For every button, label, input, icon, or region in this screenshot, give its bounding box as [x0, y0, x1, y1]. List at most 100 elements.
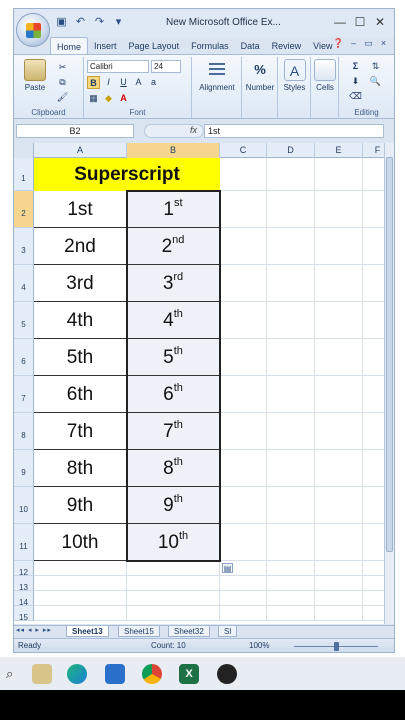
- column-header-d[interactable]: D: [267, 143, 315, 158]
- cell-a2[interactable]: 1st: [34, 191, 127, 228]
- cell[interactable]: [267, 591, 315, 606]
- cell[interactable]: [363, 376, 386, 413]
- styles-button[interactable]: A Styles: [279, 59, 310, 92]
- cell[interactable]: [267, 191, 315, 228]
- chrome-icon[interactable]: [142, 664, 162, 684]
- close-icon[interactable]: ✕: [370, 13, 390, 31]
- cell[interactable]: [315, 413, 363, 450]
- row-header-9[interactable]: 9: [14, 450, 34, 487]
- clear-icon[interactable]: ⌫: [349, 90, 362, 103]
- row-header-12[interactable]: 12: [14, 561, 34, 577]
- cell[interactable]: [220, 228, 267, 265]
- row-header-5[interactable]: 5: [14, 302, 34, 339]
- cell[interactable]: [220, 191, 267, 228]
- row-header-15[interactable]: 15: [14, 606, 34, 622]
- search-icon[interactable]: ⌕: [6, 664, 26, 684]
- header-cell-superscript[interactable]: Superscript: [34, 158, 220, 191]
- cell[interactable]: [315, 376, 363, 413]
- row-header-7[interactable]: 7: [14, 376, 34, 413]
- cell-a4[interactable]: 3rd: [34, 265, 127, 302]
- paste-options-icon[interactable]: ▤: [222, 563, 233, 573]
- cell[interactable]: [315, 524, 363, 561]
- cell-b10[interactable]: 9th: [127, 487, 220, 524]
- fill-color-icon[interactable]: ◆: [102, 92, 115, 105]
- tab-insert[interactable]: Insert: [88, 37, 123, 55]
- cell[interactable]: [363, 158, 386, 191]
- cell[interactable]: [34, 606, 127, 621]
- find-select-icon[interactable]: 🔍: [369, 75, 382, 88]
- cell[interactable]: [267, 576, 315, 591]
- tab-review[interactable]: Review: [266, 37, 308, 55]
- cell[interactable]: [267, 413, 315, 450]
- cell[interactable]: [220, 376, 267, 413]
- name-box[interactable]: B2: [16, 124, 134, 138]
- borders-icon[interactable]: ▦: [87, 92, 100, 105]
- cell[interactable]: [220, 524, 267, 561]
- cell[interactable]: [220, 265, 267, 302]
- cell[interactable]: [220, 158, 267, 191]
- ribbon-restore-icon[interactable]: ▭: [362, 38, 375, 49]
- cell[interactable]: [363, 450, 386, 487]
- row-header-3[interactable]: 3: [14, 228, 34, 265]
- alignment-button[interactable]: Alignment: [198, 59, 236, 92]
- minimize-icon[interactable]: —: [330, 13, 350, 31]
- cell[interactable]: [267, 158, 315, 191]
- cut-icon[interactable]: ✂: [56, 61, 69, 74]
- cell[interactable]: [315, 158, 363, 191]
- cell[interactable]: [220, 413, 267, 450]
- mail-icon[interactable]: [105, 664, 125, 684]
- cell[interactable]: [363, 606, 386, 621]
- edge-icon[interactable]: [67, 664, 87, 684]
- shrink-font-icon[interactable]: a: [147, 76, 160, 89]
- cell[interactable]: [267, 450, 315, 487]
- scrollbar-thumb[interactable]: [386, 157, 393, 552]
- cell[interactable]: [315, 191, 363, 228]
- grow-font-icon[interactable]: A: [132, 76, 145, 89]
- cell[interactable]: [34, 576, 127, 591]
- font-color-icon[interactable]: A: [117, 92, 130, 105]
- worksheet-grid[interactable]: ABCDEF 1 2 3 4 5 6 7 8 9 10 11 12 13 14 15 Superscript 1…: [14, 143, 386, 624]
- maximize-icon[interactable]: ☐: [350, 13, 370, 31]
- cell-a7[interactable]: 6th: [34, 376, 127, 413]
- row-header-10[interactable]: 10: [14, 487, 34, 524]
- undo-icon[interactable]: ↶: [73, 15, 88, 30]
- cell[interactable]: [363, 591, 386, 606]
- column-header-b[interactable]: B: [127, 143, 220, 158]
- cell[interactable]: [363, 561, 386, 576]
- cell[interactable]: [127, 606, 220, 621]
- tab-formulas[interactable]: Formulas: [185, 37, 235, 55]
- cell[interactable]: [315, 487, 363, 524]
- sheet-tab-sheet15[interactable]: Sheet15: [118, 626, 160, 637]
- font-name-select[interactable]: Calibri: [87, 60, 149, 73]
- sort-filter-icon[interactable]: ⇅: [369, 60, 382, 73]
- zoom-slider-thumb[interactable]: [334, 642, 339, 651]
- cell[interactable]: [127, 576, 220, 591]
- cell[interactable]: [267, 606, 315, 621]
- cell[interactable]: [315, 591, 363, 606]
- cell[interactable]: [363, 576, 386, 591]
- cells-button[interactable]: Cells: [312, 59, 338, 92]
- italic-button[interactable]: I: [102, 76, 115, 89]
- file-explorer-icon[interactable]: [32, 664, 52, 684]
- excel-taskbar-icon[interactable]: X: [179, 664, 199, 684]
- sheet-tab-more[interactable]: Sl: [218, 626, 238, 637]
- cell[interactable]: [220, 450, 267, 487]
- cell-a10[interactable]: 9th: [34, 487, 127, 524]
- copy-icon[interactable]: ⧉: [56, 76, 69, 89]
- row-header-1[interactable]: 1: [14, 158, 34, 191]
- cell[interactable]: [220, 487, 267, 524]
- cell[interactable]: [363, 339, 386, 376]
- tab-home[interactable]: Home: [50, 37, 89, 55]
- cell[interactable]: [363, 228, 386, 265]
- cell[interactable]: [267, 376, 315, 413]
- cell-a11[interactable]: 10th: [34, 524, 127, 561]
- cell-b8[interactable]: 7th: [127, 413, 220, 450]
- redo-icon[interactable]: ↷: [92, 15, 107, 30]
- vertical-scrollbar[interactable]: [384, 143, 394, 624]
- cell[interactable]: [315, 302, 363, 339]
- help-icon[interactable]: ❓: [332, 38, 345, 49]
- cell[interactable]: [267, 524, 315, 561]
- cell-a5[interactable]: 4th: [34, 302, 127, 339]
- cell[interactable]: [363, 265, 386, 302]
- formula-input[interactable]: 1st: [204, 124, 384, 138]
